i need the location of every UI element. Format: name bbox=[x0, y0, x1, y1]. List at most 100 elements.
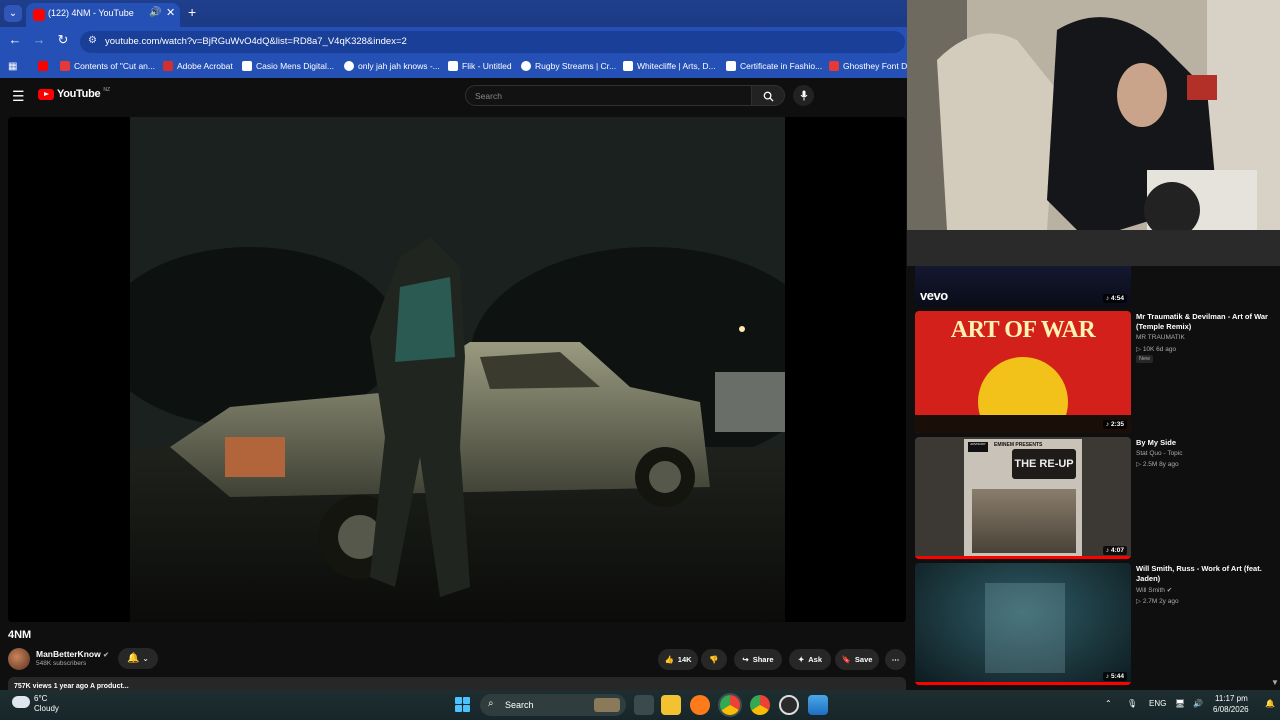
recommendation-thumbnail[interactable]: ART OF WAR ♪ 2:35 bbox=[915, 311, 1131, 433]
bookmark-item[interactable]: Casio Mens Digital... bbox=[242, 61, 334, 71]
recommendation-thumbnail[interactable]: ♪ 5:44 bbox=[915, 563, 1131, 685]
album-title: THE RE-UP bbox=[1012, 449, 1076, 479]
album-subtitle: EMINEM PRESENTS bbox=[994, 442, 1043, 448]
clock-time[interactable]: 11:17 pm bbox=[1215, 694, 1248, 703]
clock-date[interactable]: 6/08/2026 bbox=[1213, 705, 1249, 714]
thumbs-down-icon: 👎 bbox=[709, 655, 719, 664]
duration-text: 5:44 bbox=[1110, 673, 1124, 680]
bookmark-item[interactable]: Adobe Acrobat bbox=[163, 61, 233, 71]
recommendation-title[interactable]: Mr Traumatik & Devilman - Art of War (Te… bbox=[1136, 312, 1276, 332]
chevron-up-icon[interactable]: ⌃ bbox=[1105, 699, 1112, 708]
brave-browser-icon[interactable] bbox=[690, 695, 710, 715]
recommendation-channel[interactable]: Stat Quo - Topic bbox=[1136, 450, 1183, 457]
recommendation-meta: ▷ 2.7M 2y ago bbox=[1136, 598, 1179, 605]
weather-description[interactable]: Cloudy bbox=[34, 704, 59, 713]
logo-text: YouTube bbox=[57, 88, 101, 100]
ask-button[interactable]: ✦ Ask bbox=[789, 649, 831, 670]
microphone-icon[interactable]: 🎙 bbox=[1127, 699, 1137, 708]
search-button[interactable] bbox=[751, 85, 785, 106]
bookmark-item[interactable]: only jah jah knows -... bbox=[344, 61, 440, 71]
thumbs-up-icon: 👍 bbox=[664, 655, 674, 664]
recommendation-title[interactable]: Will Smith, Russ - Work of Art (feat. Ja… bbox=[1136, 564, 1276, 584]
bookmark-label: Flik - Untitled bbox=[462, 61, 512, 71]
apps-grid-icon[interactable]: ▦ bbox=[8, 61, 17, 72]
thumbnail-doorway bbox=[985, 583, 1065, 673]
bookmark-icon bbox=[448, 61, 458, 71]
cloud-icon[interactable] bbox=[12, 696, 30, 708]
active-tab[interactable]: (122) 4NM - YouTube 🔊 ✕ bbox=[26, 3, 180, 27]
volume-icon[interactable]: 🔊 bbox=[1193, 699, 1203, 708]
vevo-logo: vevo bbox=[920, 288, 948, 303]
reload-icon[interactable]: ↻ bbox=[54, 32, 72, 48]
save-button[interactable]: 🔖 Save bbox=[835, 649, 879, 670]
bookmark-item[interactable]: Whitecliffe | Arts, D... bbox=[623, 61, 716, 71]
file-explorer-icon[interactable] bbox=[661, 695, 681, 715]
chrome-icon[interactable] bbox=[720, 695, 740, 715]
search-input[interactable]: Search bbox=[465, 85, 752, 106]
site-info-icon[interactable]: ⚙ bbox=[88, 35, 97, 46]
taskbar-search-box[interactable]: ⌕ Search bbox=[480, 694, 626, 716]
recommendation-title[interactable]: By My Side bbox=[1136, 438, 1276, 448]
hamburger-menu-icon[interactable]: ☰ bbox=[12, 88, 25, 105]
meta-text: 10K 6d ago bbox=[1142, 346, 1177, 353]
close-tab-icon[interactable]: ✕ bbox=[166, 6, 175, 19]
parental-advisory-label: ADVISORY bbox=[968, 442, 988, 452]
bookmark-item[interactable]: Contents of "Cut an... bbox=[60, 61, 155, 71]
bookmark-label: Ghosthey Font Do bbox=[843, 61, 912, 71]
address-bar[interactable]: ⚙ youtube.com/watch?v=BjRGuWvO4dQ&list=R… bbox=[80, 31, 905, 53]
browser-tab-strip: ⌄ (122) 4NM - YouTube 🔊 ✕ + bbox=[0, 0, 907, 27]
more-actions-button[interactable]: ⋯ bbox=[885, 649, 906, 670]
obs-icon[interactable] bbox=[779, 695, 799, 715]
like-button[interactable]: 👍 14K bbox=[658, 649, 698, 670]
youtube-favicon-icon bbox=[33, 9, 45, 21]
youtube-logo[interactable]: YouTube NZ bbox=[38, 87, 110, 100]
like-count: 14K bbox=[677, 655, 692, 664]
forward-icon[interactable]: → bbox=[30, 32, 48, 47]
task-view-icon[interactable] bbox=[634, 695, 654, 715]
windows-start-icon[interactable] bbox=[455, 697, 470, 712]
description-box[interactable]: 757K views 1 year ago A product... bbox=[8, 677, 906, 691]
speaker-icon[interactable]: 🔊 bbox=[149, 7, 161, 18]
verified-icon: ✔ bbox=[103, 652, 109, 659]
video-duration: ♪ 4:54 bbox=[1102, 294, 1127, 303]
description-text: 757K views 1 year ago A product... bbox=[14, 683, 129, 690]
language-indicator[interactable]: ENG bbox=[1149, 699, 1166, 708]
scroll-down-arrow-icon[interactable]: ▼ bbox=[1271, 678, 1279, 687]
photos-icon[interactable] bbox=[808, 695, 828, 715]
notifications-icon[interactable]: 🔔 bbox=[1265, 699, 1275, 708]
acrobat-icon bbox=[163, 61, 173, 71]
video-player[interactable] bbox=[8, 117, 906, 622]
video-frame[interactable] bbox=[130, 117, 785, 622]
recommendation-channel[interactable]: MR TRAUMATIK bbox=[1136, 334, 1185, 341]
share-button[interactable]: ↪ Share bbox=[734, 649, 782, 670]
chrome-profile-icon[interactable] bbox=[750, 695, 770, 715]
recommendation-thumbnail[interactable]: ADVISORY EMINEM PRESENTS THE RE-UP ♪ 4:0… bbox=[915, 437, 1131, 559]
thumbnail-title-text: ART OF WAR bbox=[950, 317, 1096, 343]
voice-search-button[interactable] bbox=[793, 85, 814, 106]
bookmark-item[interactable]: Flik - Untitled bbox=[448, 61, 512, 71]
back-icon[interactable]: ← bbox=[6, 32, 24, 47]
tab-search-button[interactable]: ⌄ bbox=[4, 5, 22, 22]
notification-bell-button[interactable]: 🔔 ⌄ bbox=[118, 648, 158, 669]
video-still-image bbox=[130, 117, 785, 622]
recommendation-thumbnail[interactable]: vevo ♪ 4:54 bbox=[915, 266, 1131, 307]
url-text[interactable]: youtube.com/watch?v=BjRGuWvO4dQ&list=RD8… bbox=[105, 36, 407, 47]
channel-avatar[interactable] bbox=[8, 648, 30, 670]
channel-name[interactable]: ManBetterKnow ✔ bbox=[36, 649, 109, 659]
dislike-button[interactable]: 👎 bbox=[701, 649, 727, 670]
logo-country: NZ bbox=[103, 87, 110, 93]
bookmark-label: only jah jah knows -... bbox=[358, 61, 440, 71]
album-group-photo bbox=[972, 489, 1076, 553]
network-icon[interactable]: 🖥 bbox=[1175, 699, 1185, 708]
video-duration: ♪ 5:44 bbox=[1102, 672, 1127, 681]
recommendation-channel[interactable]: Will Smith ✔ bbox=[1136, 586, 1172, 594]
bookmark-item[interactable]: Rugby Streams | Cr... bbox=[521, 61, 616, 71]
bookmark-icon bbox=[623, 61, 633, 71]
new-tab-button[interactable]: + bbox=[188, 4, 196, 20]
bookmark-item[interactable] bbox=[38, 61, 48, 71]
weather-temperature[interactable]: 6°C bbox=[34, 694, 47, 703]
bookmark-item[interactable]: Certificate in Fashio... bbox=[726, 61, 822, 71]
ask-label: Ask bbox=[808, 655, 823, 664]
meta-text: 2.7M 2y ago bbox=[1142, 598, 1179, 605]
bookmark-item[interactable]: Ghosthey Font Do bbox=[829, 61, 912, 71]
